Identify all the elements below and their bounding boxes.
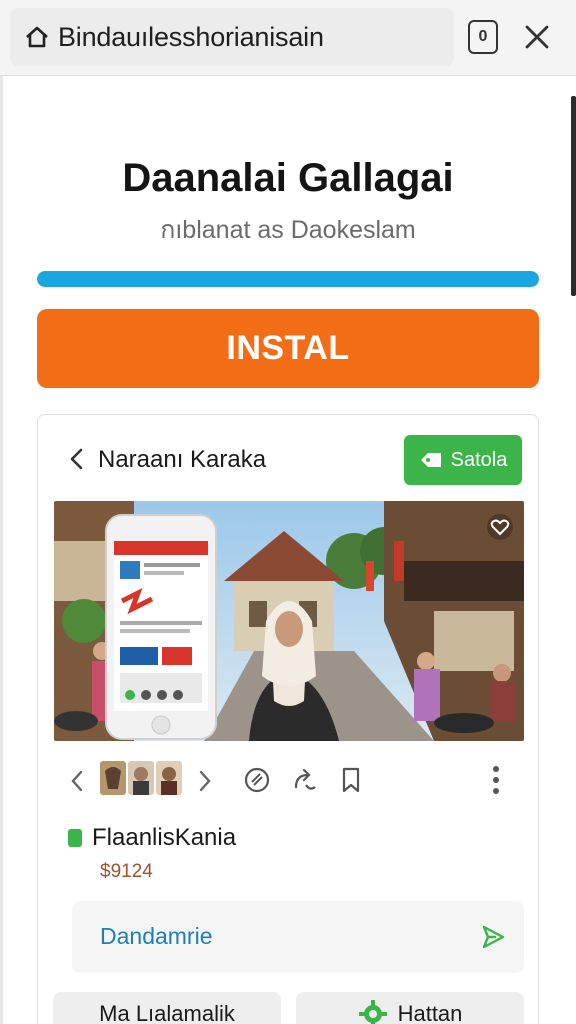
- thumbnail-3[interactable]: [156, 761, 182, 795]
- address-bar[interactable]: Bindauılesshorianisain: [10, 8, 454, 66]
- item-status-dot: [68, 829, 82, 847]
- share-button[interactable]: Satola: [404, 435, 522, 485]
- photo-actions: [38, 755, 538, 805]
- bottom-right-label: Hattan: [397, 1001, 463, 1024]
- share-label: Satola: [450, 448, 508, 471]
- thumbnail-1[interactable]: [100, 761, 126, 795]
- share-icon[interactable]: [290, 765, 320, 795]
- item-name[interactable]: FlaanlisKania: [92, 824, 236, 852]
- photo-image: [54, 501, 524, 741]
- more-options-icon[interactable]: [492, 765, 500, 795]
- tabs-icon[interactable]: 0: [468, 20, 498, 54]
- content-card: Naraanı Karaka Satola FlaanlisKania $912…: [37, 414, 539, 1024]
- card-header: Naraanı Karaka Satola: [38, 435, 538, 485]
- send-icon[interactable]: [480, 923, 506, 951]
- previous-chevron-icon[interactable]: [68, 769, 86, 793]
- item-price: $9124: [100, 861, 153, 882]
- app-subtitle: กıblanat as Daokeslam: [160, 216, 416, 244]
- install-progress-bar: [37, 271, 539, 287]
- download-label[interactable]: Dandamrie: [100, 923, 213, 950]
- comment-icon[interactable]: [242, 765, 272, 795]
- street-photo[interactable]: [54, 501, 524, 741]
- bottom-right-button[interactable]: Hattan: [296, 992, 524, 1024]
- gear-icon: [358, 1000, 387, 1024]
- item-name-row: FlaanlisKania: [68, 821, 236, 855]
- back-chevron-icon[interactable]: [66, 446, 88, 472]
- next-chevron-icon[interactable]: [196, 769, 214, 793]
- tabs-count: 0: [478, 28, 488, 45]
- favorite-heart-icon[interactable]: [486, 513, 514, 541]
- install-progress-fill: [37, 271, 539, 287]
- thumbnail-strip: [100, 761, 182, 795]
- url-text[interactable]: Bindauılesshorianisain: [58, 22, 324, 53]
- download-row[interactable]: Dandamrie: [72, 901, 524, 973]
- bookmark-icon[interactable]: [336, 765, 366, 795]
- browser-toolbar: Bindauılesshorianisain 0: [0, 0, 576, 76]
- app-title: Daanalai Gallagai: [122, 156, 454, 200]
- bottom-left-label: Ma Lıalamalik: [99, 1001, 235, 1024]
- card-title: Naraanı Karaka: [98, 446, 267, 473]
- install-button[interactable]: INSTAL: [37, 309, 539, 388]
- home-icon[interactable]: [24, 24, 50, 50]
- close-icon[interactable]: [520, 20, 554, 54]
- tag-icon: [420, 453, 441, 467]
- thumbnail-2[interactable]: [128, 761, 154, 795]
- bottom-left-button[interactable]: Ma Lıalamalik: [53, 992, 281, 1024]
